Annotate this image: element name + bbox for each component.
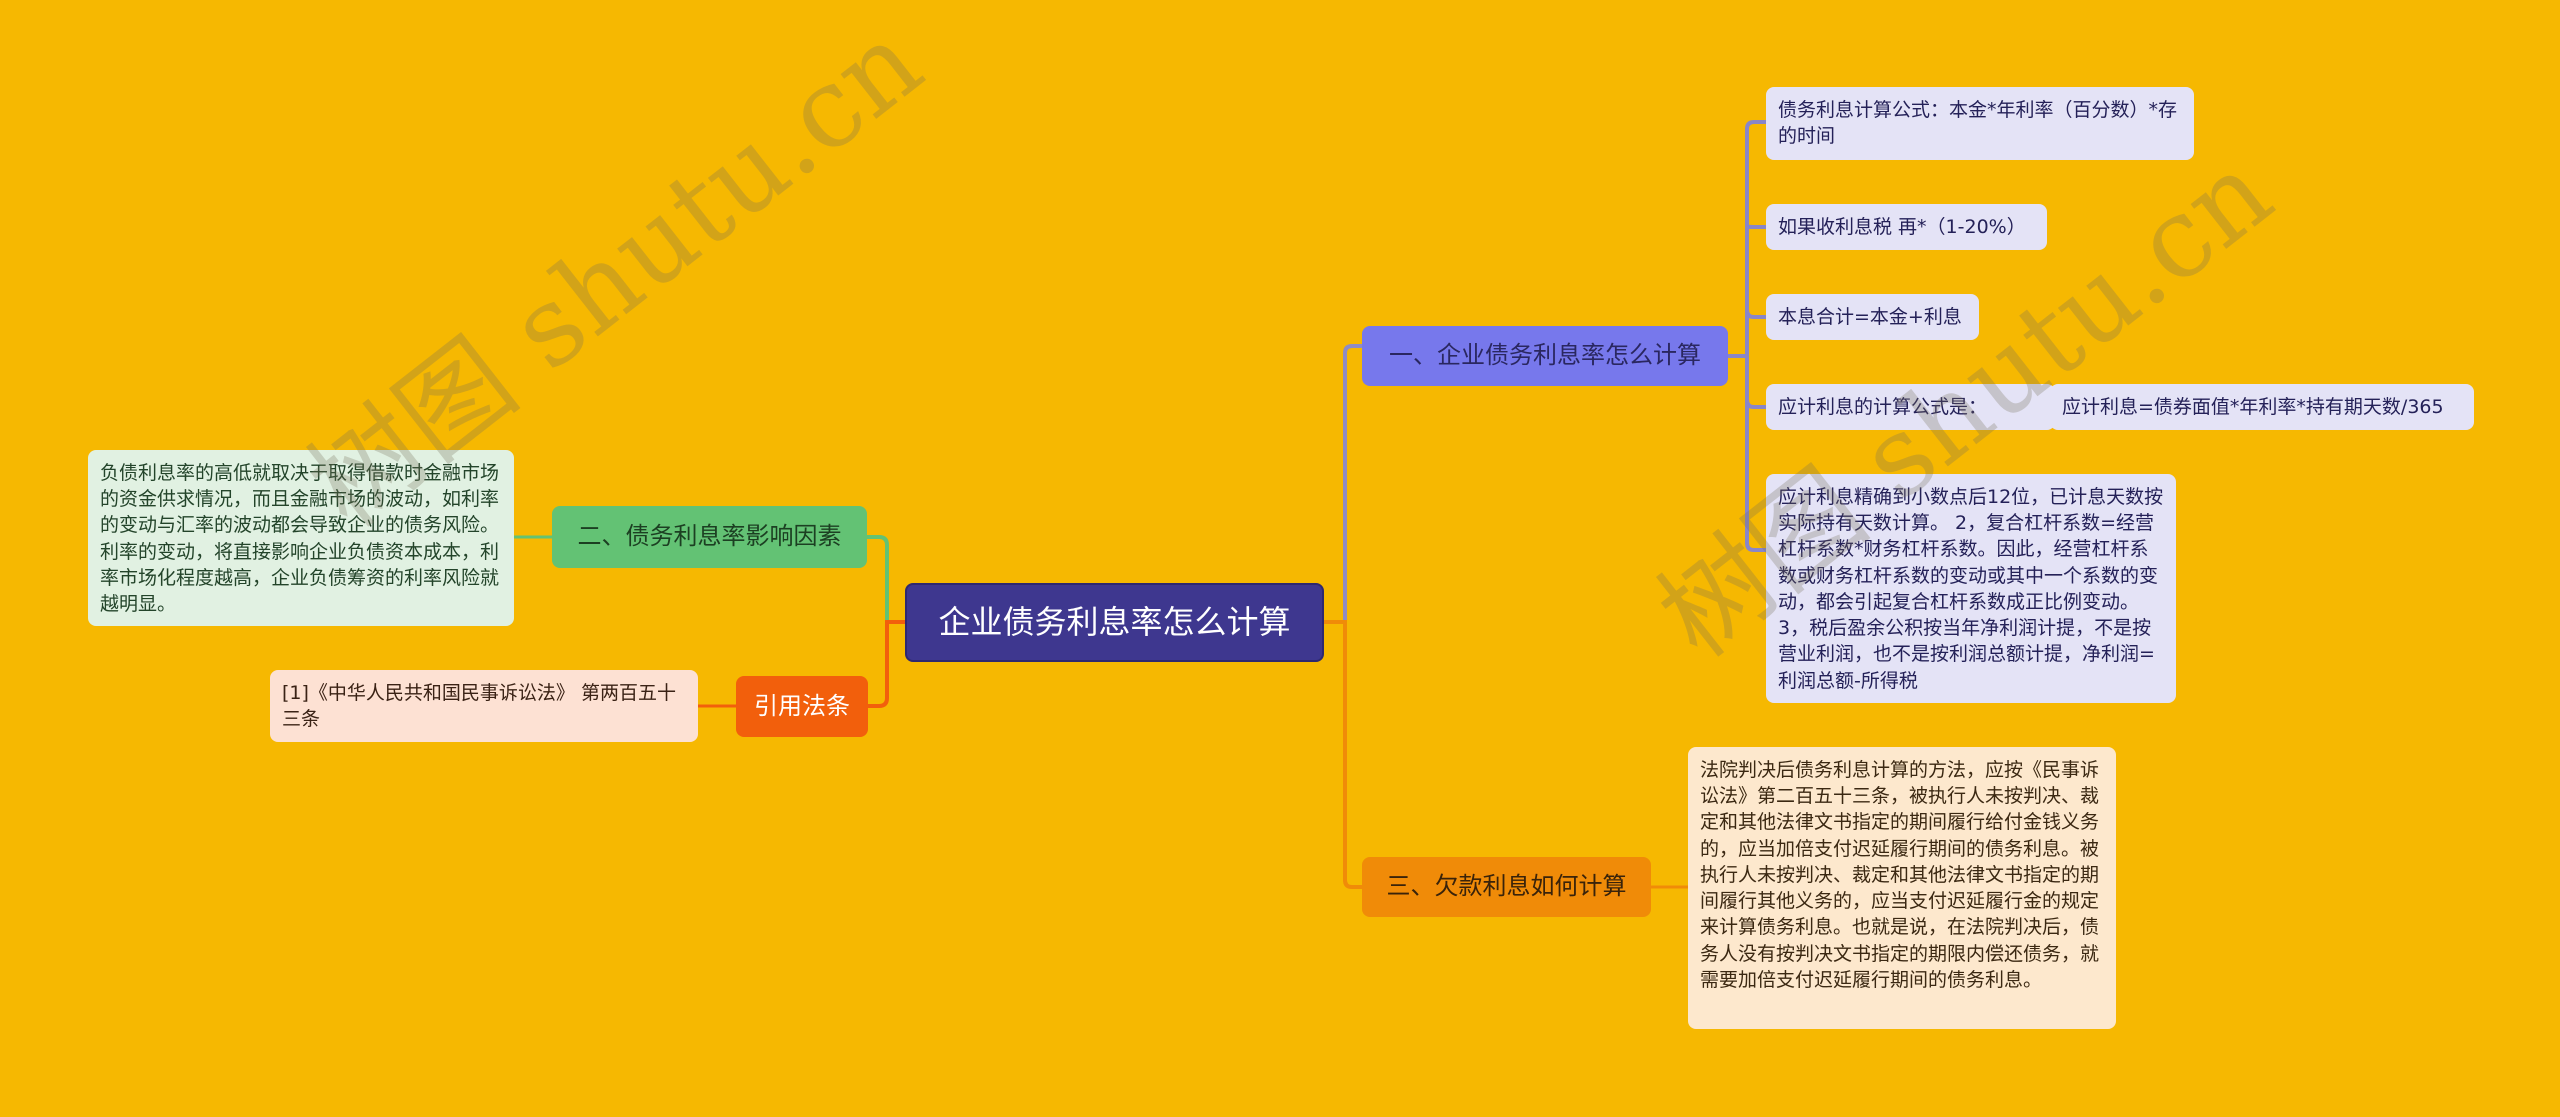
leaf-node[interactable]: 本息合计=本金+利息 bbox=[1766, 294, 1979, 340]
leaf-label: 应计利息的计算公式是： bbox=[1778, 395, 1988, 418]
branch-2-label: 二、债务利息率影响因素 bbox=[577, 522, 842, 551]
link-root-to-branch-2 bbox=[867, 535, 905, 624]
branch-node-3[interactable]: 引用法条 bbox=[736, 676, 868, 737]
branch-4-label: 三、欠款利息如何计算 bbox=[1386, 872, 1627, 901]
leaf-label: 债务利息计算公式：本金*年利率（百分数）*存的时间 bbox=[1778, 99, 2178, 148]
link-b1-l5 bbox=[1745, 400, 1766, 552]
branch-3-label: 引用法条 bbox=[754, 691, 850, 720]
leaf-label: 如果收利息税 再*（1-20%） bbox=[1778, 215, 2026, 238]
branch-node-4[interactable]: 三、欠款利息如何计算 bbox=[1362, 857, 1651, 917]
root-node[interactable]: 企业债务利息率怎么计算 bbox=[905, 583, 1324, 662]
link-root-to-branch-3 bbox=[868, 620, 905, 708]
link-b1-l4 bbox=[1745, 356, 1766, 409]
leaf-label: 负债利息率的高低就取决于取得借款时金融市场的资金供求情况，而且金融市场的波动，如… bbox=[100, 462, 500, 616]
leaf-node[interactable]: 负债利息率的高低就取决于取得借款时金融市场的资金供求情况，而且金融市场的波动，如… bbox=[88, 450, 514, 626]
branch-node-1[interactable]: 一、企业债务利息率怎么计算 bbox=[1362, 326, 1728, 386]
leaf-node[interactable]: [1]《中华人民共和国民事诉讼法》 第两百五十三条 bbox=[270, 670, 698, 742]
leaf-node[interactable]: 如果收利息税 再*（1-20%） bbox=[1766, 204, 2047, 250]
link-b1-l3 bbox=[1745, 309, 1766, 319]
leaf-label: 本息合计=本金+利息 bbox=[1778, 305, 1962, 328]
leaf-node[interactable]: 应计利息的计算公式是： bbox=[1766, 384, 2055, 430]
leaf-label: [1]《中华人民共和国民事诉讼法》 第两百五十三条 bbox=[282, 682, 676, 731]
branch-node-2[interactable]: 二、债务利息率影响因素 bbox=[552, 506, 867, 568]
sub-leaf-node[interactable]: 应计利息=债券面值*年利率*持有期天数/365 bbox=[2050, 384, 2474, 430]
root-label: 企业债务利息率怎么计算 bbox=[938, 603, 1291, 642]
leaf-node[interactable]: 法院判决后债务利息计算的方法，应按《民事诉讼法》第二百五十三条，被执行人未按判决… bbox=[1688, 747, 2116, 1029]
link-b1-l2 bbox=[1745, 224, 1766, 229]
link-root-to-branch-4 bbox=[1324, 620, 1362, 889]
leaf-node[interactable]: 债务利息计算公式：本金*年利率（百分数）*存的时间 bbox=[1766, 87, 2194, 160]
link-b1-l1 bbox=[1728, 120, 1766, 358]
leaf-label: 法院判决后债务利息计算的方法，应按《民事诉讼法》第二百五十三条，被执行人未按判决… bbox=[1700, 759, 2100, 991]
mindmap-canvas: 企业债务利息率怎么计算 一、企业债务利息率怎么计算 二、债务利息率影响因素 引用… bbox=[0, 0, 2560, 1117]
leaf-label: 应计利息精确到小数点后12位，已计息天数按实际持有天数计算。 2，复合杠杆系数=… bbox=[1778, 486, 2164, 692]
link-root-to-branch-1 bbox=[1324, 344, 1362, 624]
leaf-label: 应计利息=债券面值*年利率*持有期天数/365 bbox=[2062, 395, 2444, 418]
branch-1-label: 一、企业债务利息率怎么计算 bbox=[1389, 341, 1701, 370]
leaf-node[interactable]: 应计利息精确到小数点后12位，已计息天数按实际持有天数计算。 2，复合杠杆系数=… bbox=[1766, 474, 2176, 703]
